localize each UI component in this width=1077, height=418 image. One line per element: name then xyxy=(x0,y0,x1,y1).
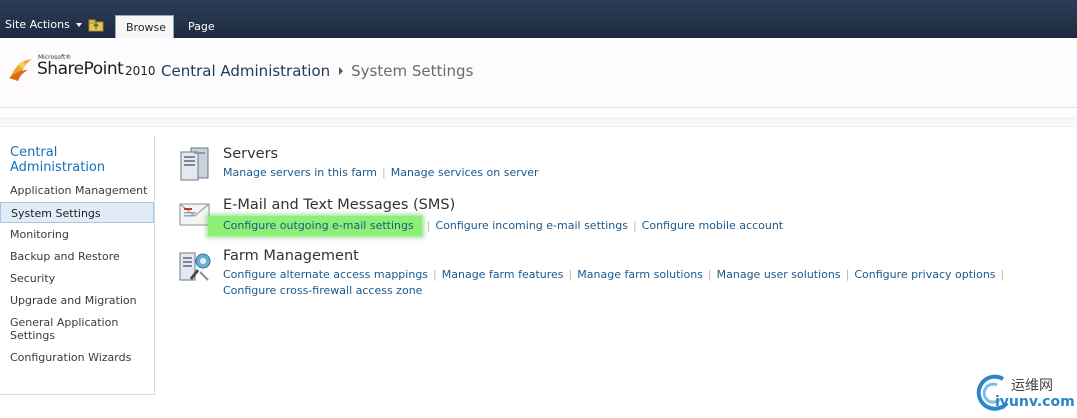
logo-year-text: 2010 xyxy=(125,64,156,78)
link-configure-outgoing-email-settings[interactable]: Configure outgoing e-mail settings xyxy=(208,216,422,236)
nav-heading-central-administration[interactable]: Central Administration xyxy=(10,145,140,175)
nav-item-system-settings[interactable]: System Settings xyxy=(0,202,154,223)
links-servers: Manage servers in this farm | Manage servi… xyxy=(223,165,539,181)
section-title-servers: Servers xyxy=(223,146,279,162)
section-farm-management: Farm Management Configure alternate acce… xyxy=(178,248,1058,304)
link-separator: | xyxy=(433,268,437,281)
sharepoint-logo[interactable]: Microsoft® SharePoint 2010 xyxy=(8,52,156,84)
link-configure-privacy-options[interactable]: Configure privacy options xyxy=(854,268,995,281)
breadcrumb-current-page: System Settings xyxy=(351,62,474,80)
server-icon xyxy=(180,147,209,181)
navigate-up-icon[interactable] xyxy=(88,18,105,32)
ribbon-bar: Site Actions Browse Page xyxy=(0,0,1077,38)
nav-item-application-management[interactable]: Application Management xyxy=(10,184,152,197)
link-separator: | xyxy=(632,219,637,232)
section-title-farm-management: Farm Management xyxy=(223,248,359,264)
title-area: Microsoft® SharePoint 2010 Central Admin… xyxy=(0,38,1077,108)
breadcrumb-central-administration[interactable]: Central Administration xyxy=(161,62,330,80)
link-separator: | xyxy=(382,166,386,179)
watermark-url-text: iyunv.com xyxy=(995,394,1075,410)
nav-item-security[interactable]: Security xyxy=(10,272,152,285)
nav-item-backup-and-restore[interactable]: Backup and Restore xyxy=(10,250,152,263)
section-email: E-Mail and Text Messages (SMS) Configure… xyxy=(178,197,1058,239)
link-manage-services-on-server[interactable]: Manage services on server xyxy=(391,166,539,179)
link-manage-servers-in-this-farm[interactable]: Manage servers in this farm xyxy=(223,166,377,179)
nav-item-monitoring[interactable]: Monitoring xyxy=(10,228,152,241)
site-actions-menu[interactable]: Site Actions xyxy=(5,18,82,31)
nav-item-upgrade-and-migration[interactable]: Upgrade and Migration xyxy=(10,294,152,307)
link-separator: | xyxy=(1000,268,1005,281)
link-separator: | xyxy=(426,219,431,232)
watermark: 运维网 iyunv.com xyxy=(973,373,1077,415)
nav-item-configuration-wizards[interactable]: Configuration Wizards xyxy=(10,351,152,364)
tab-page-label: Page xyxy=(188,20,215,33)
tab-page[interactable]: Page xyxy=(178,15,224,38)
breadcrumb-arrow-icon xyxy=(339,67,344,75)
link-configure-incoming-email-settings[interactable]: Configure incoming e-mail settings xyxy=(435,219,628,232)
link-manage-farm-features[interactable]: Manage farm features xyxy=(442,268,564,281)
link-separator: | xyxy=(568,268,573,281)
nav-item-general-application-settings[interactable]: General Application Settings xyxy=(10,316,130,342)
title-divider xyxy=(0,117,1077,127)
tab-browse[interactable]: Browse xyxy=(115,15,174,38)
link-configure-mobile-account[interactable]: Configure mobile account xyxy=(642,219,783,232)
links-email: Configure outgoing e-mail settings | Confi… xyxy=(208,216,783,236)
link-configure-cross-firewall-access-zone[interactable]: Configure cross-firewall access zone xyxy=(223,284,422,297)
link-manage-farm-solutions[interactable]: Manage farm solutions xyxy=(577,268,703,281)
watermark-chinese-text: 运维网 xyxy=(1011,378,1053,394)
link-manage-user-solutions[interactable]: Manage user solutions xyxy=(717,268,841,281)
sharepoint-logo-icon xyxy=(9,59,32,81)
tab-browse-label: Browse xyxy=(126,21,167,34)
farm-management-icon xyxy=(179,252,211,281)
chevron-down-icon xyxy=(75,23,82,27)
breadcrumb: Central Administration System Settings xyxy=(161,62,473,80)
links-farm-management: Configure alternate access mappings | Mana… xyxy=(223,267,1053,299)
section-servers: Servers Manage servers in this farm | Mana… xyxy=(178,146,1058,186)
link-configure-alternate-access-mappings[interactable]: Configure alternate access mappings xyxy=(223,268,428,281)
link-separator: | xyxy=(845,268,850,281)
link-separator: | xyxy=(707,268,712,281)
section-title-email: E-Mail and Text Messages (SMS) xyxy=(223,197,456,213)
left-navigation: Central Administration Application Manag… xyxy=(0,136,155,395)
logo-product-text: SharePoint xyxy=(37,59,124,79)
site-actions-label: Site Actions xyxy=(5,18,70,31)
